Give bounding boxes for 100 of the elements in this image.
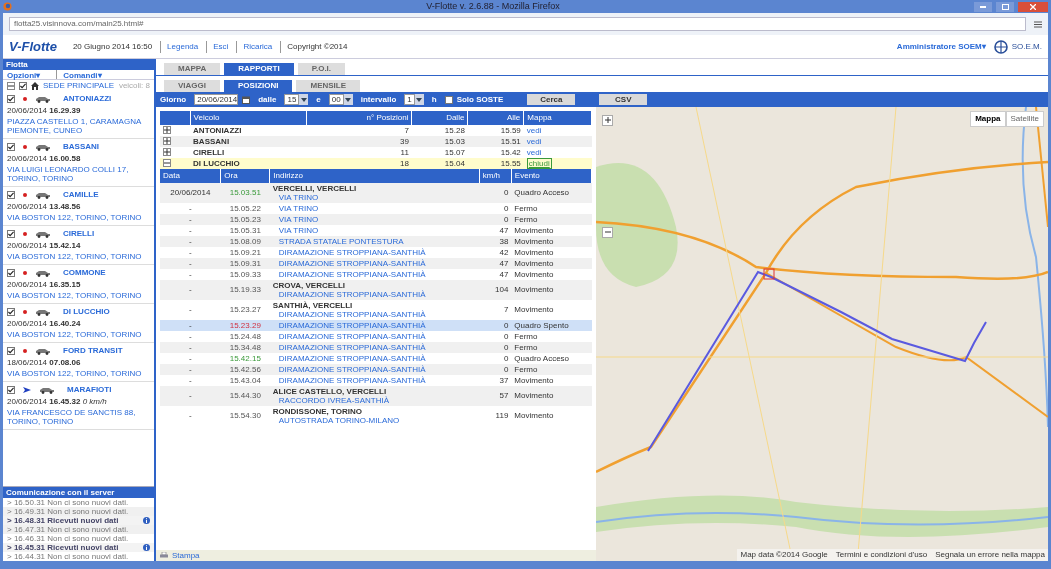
tab[interactable]: MAPPA	[164, 63, 221, 76]
calendar-icon[interactable]	[242, 95, 251, 104]
address-bar[interactable]: flotta25.visinnova.com/main25.html#	[9, 17, 1026, 31]
panel-title: Flotta	[3, 59, 154, 71]
maximize-button[interactable]	[996, 1, 1014, 12]
road-name: DIRAMAZIONE STROPPIANA-SANTHIÀ	[277, 247, 427, 257]
expand-toggle[interactable]	[163, 137, 171, 146]
log-entry: > 16.47.31 Non ci sono nuovi dati.	[7, 525, 129, 534]
time-cell: 15.23.27	[220, 299, 270, 320]
table-cell: 7	[479, 299, 512, 320]
dropdown-arrow-icon[interactable]	[299, 94, 309, 105]
header-link[interactable]: Ricarica	[236, 40, 273, 53]
tab[interactable]: RAPPORTI	[224, 63, 294, 76]
map-footer-link[interactable]: Segnala un errore nella mappa	[935, 549, 1045, 561]
checkbox[interactable]	[19, 81, 27, 90]
print-link[interactable]: Stampa	[172, 550, 200, 561]
field-label: intervallo	[360, 93, 397, 106]
vehicle-address: PIAZZA CASTELLO 1, CARAMAGNA PIEMONTE, CUNEO	[7, 117, 142, 136]
checkbox[interactable]	[7, 269, 15, 278]
company-logo: SO.E.M.	[993, 39, 1042, 54]
car-icon	[35, 347, 51, 355]
table-cell: 0	[479, 352, 512, 364]
vehicle-name[interactable]: FORD TRANSIT	[63, 345, 123, 358]
log-entry: > 16.50.31 Non ci sono nuovi dati.	[7, 498, 129, 507]
tab[interactable]: P.O.I.	[297, 63, 346, 76]
time-cell: 15.44.30	[220, 385, 270, 406]
minute-select[interactable]: 00	[328, 94, 344, 105]
interval-select[interactable]: 1	[404, 94, 415, 105]
action-button[interactable]: Cerca	[527, 94, 576, 105]
log-entry: > 16.49.31 Non ci sono nuovi dati.	[7, 507, 129, 516]
user-menu[interactable]: Amministratore SOEM▾	[896, 40, 986, 53]
vehicle-timestamp: 20/06/2014 16.35.15	[7, 279, 82, 292]
map-link[interactable]: vedi	[526, 125, 542, 135]
table-cell: Movimento	[511, 268, 592, 280]
menu-dropdown[interactable]: Opzioni▾	[7, 70, 41, 80]
menu-icon[interactable]	[1034, 20, 1042, 28]
vehicle-name[interactable]: MARAFIOTI	[67, 384, 112, 397]
action-button[interactable]: CSV	[599, 94, 648, 105]
group-label[interactable]: SEDE PRINCIPALE	[43, 79, 114, 92]
vehicle-name[interactable]: BASSANI	[63, 141, 99, 154]
tab[interactable]: MENSILE	[296, 80, 361, 93]
dropdown-arrow-icon[interactable]	[414, 94, 424, 105]
date-field[interactable]: 20/06/2014	[194, 94, 239, 105]
checkbox[interactable]	[7, 191, 15, 200]
header-link[interactable]: Esci	[206, 40, 229, 53]
expand-toggle[interactable]	[163, 159, 171, 168]
checkbox[interactable]	[7, 95, 15, 104]
vehicle-address: VIA BOSTON 122, TORINO, TORINO	[7, 252, 143, 262]
table-cell: -	[160, 405, 221, 426]
dropdown-arrow-icon[interactable]	[343, 94, 353, 105]
close-button[interactable]	[1018, 1, 1048, 12]
vehicle-name[interactable]: DI LUCCHIO	[63, 306, 110, 319]
time-cell: 15.05.23	[220, 213, 270, 225]
checkbox[interactable]	[7, 308, 15, 317]
log-entry: > 16.45.31 Ricevuti nuovi dati	[7, 543, 119, 552]
table-cell: -	[160, 319, 221, 331]
time-cell: 15.54.30	[220, 405, 270, 426]
status-dot	[23, 271, 27, 276]
checkbox[interactable]	[444, 95, 453, 104]
table-cell: -	[160, 235, 221, 247]
tab[interactable]: POSIZIONI	[224, 80, 293, 93]
road-name: DIRAMAZIONE STROPPIANA-SANTHIÀ	[277, 353, 427, 363]
vehicle-count: veicoli: 8	[118, 79, 150, 92]
expand-toggle[interactable]	[163, 126, 171, 135]
checkbox[interactable]	[7, 143, 15, 152]
minimize-button[interactable]	[974, 1, 992, 12]
hour-select[interactable]: 15	[284, 94, 300, 105]
table-cell: 104	[479, 279, 512, 300]
table-cell: -	[160, 246, 221, 258]
checkbox[interactable]	[7, 347, 15, 356]
table-cell: 18	[306, 157, 412, 169]
car-icon	[35, 269, 51, 277]
header-link[interactable]: Legenda	[160, 40, 199, 53]
close-icon[interactable]	[1030, 3, 1036, 10]
vehicle-name[interactable]: ANTONIAZZI	[63, 93, 112, 106]
vehicle-name[interactable]: COMMONE	[63, 267, 106, 280]
road-name: DIRAMAZIONE STROPPIANA-SANTHIÀ	[277, 309, 427, 319]
status-dot	[23, 310, 27, 315]
vehicle-name[interactable]: CIRELLI	[63, 228, 95, 241]
table-cell: -	[160, 352, 221, 364]
map-footer-link[interactable]: Termini e condizioni d'uso	[835, 549, 928, 561]
vehicle-timestamp: 18/06/2014 07.08.06	[7, 357, 82, 370]
map-link[interactable]: chiudi	[526, 157, 552, 169]
printer-icon[interactable]	[160, 552, 168, 559]
tab[interactable]: VIAGGI	[164, 80, 220, 93]
expand-toggle[interactable]	[163, 148, 171, 157]
map-link[interactable]: vedi	[526, 136, 542, 146]
checkbox[interactable]	[7, 386, 15, 395]
checkbox[interactable]	[7, 230, 15, 239]
vehicle-name[interactable]: CAMILLE	[63, 189, 99, 202]
minimize-icon[interactable]	[980, 5, 986, 8]
collapse-toggle[interactable]	[7, 81, 15, 90]
map-link[interactable]: vedi	[526, 147, 542, 157]
table-cell: Movimento	[511, 374, 592, 386]
vehicle-address: VIA BOSTON 122, TORINO, TORINO	[7, 369, 143, 379]
column-header: Veicolo	[190, 110, 307, 125]
table-cell: Fermo	[511, 341, 592, 353]
road-name: AUTOSTRADA TORINO-MILANO	[278, 415, 401, 425]
maximize-icon[interactable]	[1001, 3, 1009, 10]
menu-dropdown[interactable]: Comandi▾	[56, 70, 102, 80]
